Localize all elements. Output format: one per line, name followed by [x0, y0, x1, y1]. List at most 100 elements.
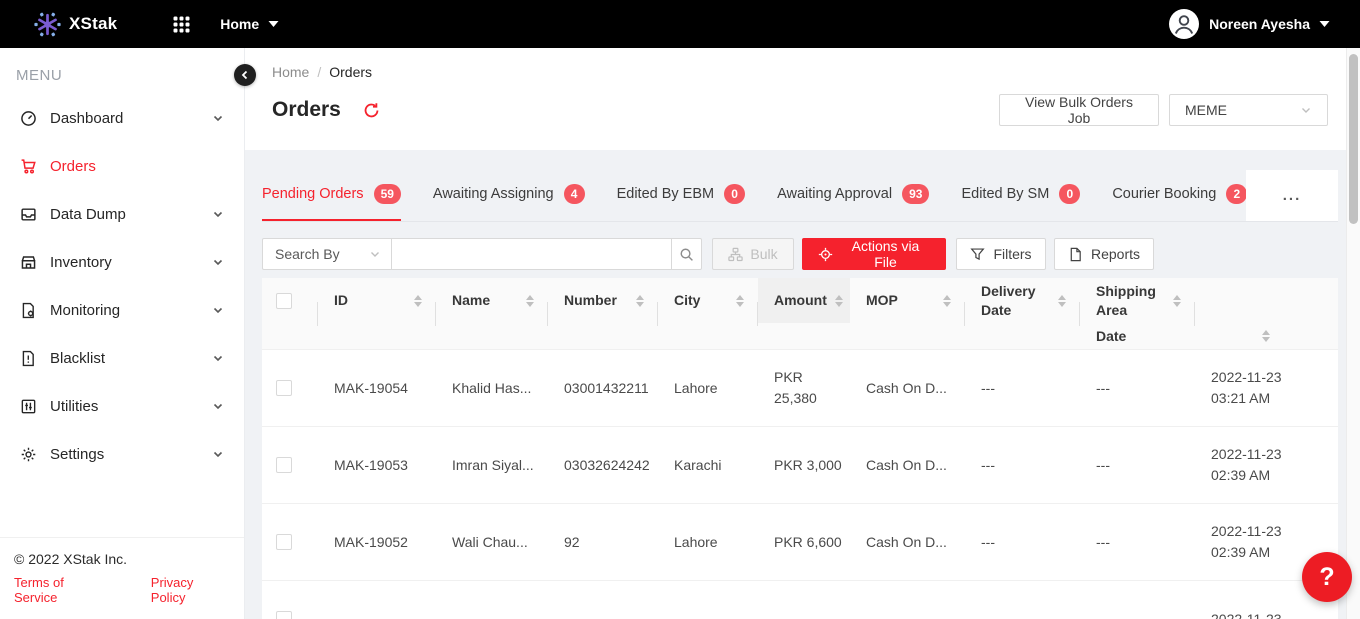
column-header-name[interactable]: Name: [436, 278, 548, 323]
actions-via-file-button[interactable]: Actions via File: [802, 238, 946, 270]
nav-home-menu[interactable]: Home: [220, 15, 279, 33]
search-by-select[interactable]: Search By: [262, 238, 392, 270]
tab-edited-by-ebm[interactable]: Edited By EBM 0: [617, 170, 746, 221]
apps-grid-icon[interactable]: [173, 16, 190, 33]
sort-icon[interactable]: [1165, 295, 1181, 307]
search-input[interactable]: [392, 238, 672, 270]
table-row[interactable]: MAK-19052 Wali Chau... 92 Lahore PKR 6,6…: [262, 504, 1338, 581]
help-button[interactable]: ?: [1302, 552, 1352, 602]
bulk-button[interactable]: Bulk: [712, 238, 794, 270]
sidebar-item-orders[interactable]: Orders: [0, 142, 244, 190]
tab-awaiting-assigning[interactable]: Awaiting Assigning 4: [433, 170, 585, 221]
privacy-policy-link[interactable]: Privacy Policy: [151, 575, 230, 605]
chevron-down-icon: [212, 112, 224, 124]
sort-icon[interactable]: [935, 295, 951, 307]
row-checkbox[interactable]: [276, 611, 292, 619]
sort-icon[interactable]: [827, 295, 843, 307]
table-header-row: ID Name Number City: [262, 278, 1338, 350]
sort-icon[interactable]: [728, 295, 744, 307]
search-button[interactable]: [672, 238, 702, 270]
sort-icon[interactable]: [518, 295, 534, 307]
column-header-shipping-area[interactable]: Shipping Area: [1080, 278, 1195, 323]
cell-name: Wali Chau...: [436, 504, 548, 580]
gear-icon: [20, 446, 37, 463]
sidebar-collapse-button[interactable]: [234, 64, 256, 86]
terms-of-service-link[interactable]: Terms of Service: [14, 575, 109, 605]
user-menu[interactable]: Noreen Ayesha: [1169, 9, 1330, 39]
cell-mop: Cash On D...: [850, 427, 965, 503]
column-header-city[interactable]: City: [658, 278, 758, 323]
cell-shipping-area: ---: [1080, 427, 1195, 503]
nav-home-label: Home: [220, 16, 259, 32]
row-checkbox[interactable]: [276, 457, 292, 473]
sidebar-item-inventory[interactable]: Inventory: [0, 238, 244, 286]
cart-icon: [20, 158, 37, 175]
reports-button[interactable]: Reports: [1054, 238, 1154, 270]
cell-delivery-date: ---: [965, 427, 1080, 503]
sidebar: MENU Dashboard Orders Data Dump: [0, 48, 245, 619]
table-row[interactable]: MAK-19054 Khalid Has... 03001432211 Laho…: [262, 350, 1338, 427]
avatar: [1169, 9, 1199, 39]
tab-courier-booking[interactable]: Courier Booking 2: [1112, 170, 1246, 221]
column-header-id[interactable]: ID: [318, 278, 436, 323]
top-navbar: XStak Home Noreen Ayesha: [0, 0, 1360, 48]
tab-label: Courier Booking: [1112, 186, 1216, 202]
row-checkbox[interactable]: [276, 380, 292, 396]
scrollbar-thumb[interactable]: [1349, 54, 1358, 224]
tab-count-badge: 2: [1226, 184, 1246, 204]
refresh-icon[interactable]: [363, 102, 380, 119]
table-row-partial[interactable]: 2022-11-23: [262, 581, 1338, 619]
breadcrumb-home-link[interactable]: Home: [272, 64, 309, 80]
cell-number: 03001432211: [548, 350, 658, 426]
search-icon: [679, 247, 694, 262]
tab-label: Pending Orders: [262, 186, 364, 202]
page-scrollbar[interactable]: [1346, 48, 1360, 619]
sort-icon[interactable]: [406, 295, 422, 307]
cell-date: 2022-11-23 03:21 AM: [1195, 350, 1338, 426]
sidebar-item-blacklist[interactable]: Blacklist: [0, 334, 244, 382]
main-content: Home / Orders Orders View Bulk Orders Jo…: [245, 48, 1360, 619]
sidebar-item-label: Utilities: [50, 398, 98, 415]
tabs-more-button[interactable]: ...: [1246, 170, 1338, 222]
column-header-number[interactable]: Number: [548, 278, 658, 323]
filters-button[interactable]: Filters: [956, 238, 1046, 270]
sidebar-item-monitoring[interactable]: Monitoring: [0, 286, 244, 334]
brand-logo[interactable]: XStak: [34, 11, 117, 38]
row-checkbox[interactable]: [276, 534, 292, 550]
column-header-mop[interactable]: MOP: [850, 278, 965, 323]
sidebar-menu-label: MENU: [0, 48, 244, 94]
column-header-delivery-date[interactable]: Delivery Date: [965, 278, 1080, 323]
table-row[interactable]: MAK-19053 Imran Siyal... 03032624242 Kar…: [262, 427, 1338, 504]
sort-icon[interactable]: [628, 295, 644, 307]
tab-pending-orders[interactable]: Pending Orders 59: [262, 170, 401, 221]
cell-mop: Cash On D...: [850, 504, 965, 580]
sidebar-item-settings[interactable]: Settings: [0, 430, 244, 478]
sidebar-item-data-dump[interactable]: Data Dump: [0, 190, 244, 238]
tab-count-badge: 59: [374, 184, 401, 204]
column-header-date[interactable]: Date: [1080, 323, 1338, 349]
chevron-down-icon: [212, 208, 224, 220]
select-all-checkbox[interactable]: [276, 293, 292, 309]
tabs-list: Pending Orders 59 Awaiting Assigning 4 E…: [262, 170, 1246, 222]
chevron-down-icon: [1300, 104, 1312, 116]
sidebar-footer: © 2022 XStak Inc. Terms of Service Priva…: [0, 537, 244, 619]
cell-shipping-area: ---: [1080, 350, 1195, 426]
store-icon: [20, 254, 37, 271]
column-header-amount[interactable]: Amount: [758, 278, 850, 323]
chevron-down-icon: [212, 256, 224, 268]
search-by-value: Search By: [275, 246, 340, 262]
sliders-icon: [20, 398, 37, 415]
filter-funnel-icon: [970, 247, 985, 262]
sort-icon[interactable]: [1254, 330, 1270, 342]
tab-label: Edited By SM: [961, 186, 1049, 202]
sidebar-item-utilities[interactable]: Utilities: [0, 382, 244, 430]
chevron-down-icon: [212, 400, 224, 412]
cell-delivery-date: ---: [965, 350, 1080, 426]
sidebar-item-dashboard[interactable]: Dashboard: [0, 94, 244, 142]
sort-icon[interactable]: [1050, 295, 1066, 307]
tab-label: Edited By EBM: [617, 186, 715, 202]
brand-filter-select[interactable]: MEME: [1169, 94, 1328, 126]
tab-edited-by-sm[interactable]: Edited By SM 0: [961, 170, 1080, 221]
tab-awaiting-approval[interactable]: Awaiting Approval 93: [777, 170, 929, 221]
view-bulk-orders-job-button[interactable]: View Bulk Orders Job: [999, 94, 1159, 126]
